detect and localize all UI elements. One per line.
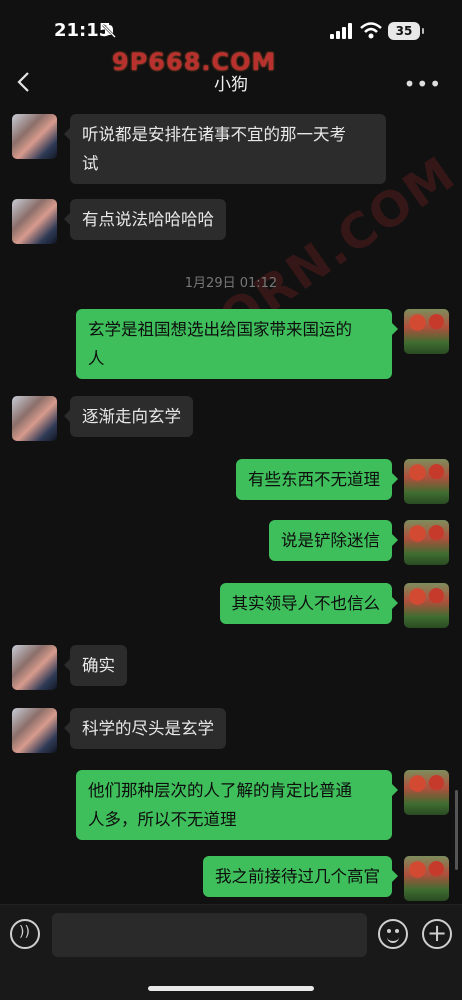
message-bubble-incoming[interactable]: 听说都是安排在诸事不宜的那一天考 试 [64,114,386,184]
contact-avatar[interactable] [12,199,57,244]
watermark-logo: 9P668.COM [112,48,277,76]
message-bubble-outgoing[interactable]: 其实领导人不也信么 [219,583,398,624]
message-bubble-outgoing[interactable]: 玄学是祖国想选出给国家带来国运的 人 [76,309,398,379]
more-options-icon[interactable]: ••• [404,72,442,96]
message-text-line: 其实领导人不也信么 [231,594,381,613]
message-text-line: 人多，所以不无道理 [88,810,237,829]
battery-indicator: 35 [388,22,424,40]
emoji-icon[interactable] [378,919,408,949]
cellular-signal-icon [330,23,352,39]
contact-avatar[interactable] [12,708,57,753]
contact-avatar[interactable] [12,645,57,690]
mute-bell-icon [102,24,116,38]
message-bubble-outgoing[interactable]: 他们那种层次的人了解的肯定比普通 人多，所以不无道理 [76,770,398,840]
scrollbar[interactable] [455,790,458,870]
message-text-line: 有点说法哈哈哈哈 [82,210,214,229]
my-avatar[interactable] [404,309,449,354]
contact-avatar[interactable] [12,114,57,159]
my-avatar[interactable] [404,856,449,901]
message-timestamp: 1月29日 01:12 [184,276,278,291]
message-text-line: 说是铲除迷信 [281,531,380,550]
message-text-line: 我之前接待过几个高官 [215,867,380,886]
message-text-line: 玄学是祖国想选出给国家带来国运的 [88,320,352,339]
my-avatar[interactable] [404,459,449,504]
message-text-line: 听说都是安排在诸事不宜的那一天考 [82,125,346,144]
message-bubble-outgoing[interactable]: 有些东西不无道理 [236,459,398,500]
message-bubble-incoming[interactable]: 有点说法哈哈哈哈 [64,199,226,240]
my-avatar[interactable] [404,583,449,628]
my-avatar[interactable] [404,770,449,815]
message-input[interactable] [52,913,367,957]
message-bubble-incoming[interactable]: 确实 [64,645,127,686]
voice-input-icon[interactable]: )) [10,919,40,949]
message-text-line: 他们那种层次的人了解的肯定比普通 [88,781,352,800]
message-bubble-outgoing[interactable]: 我之前接待过几个高官 [203,856,398,897]
add-attachment-icon[interactable]: + [422,919,452,949]
message-bubble-outgoing[interactable]: 说是铲除迷信 [269,520,398,561]
contact-avatar[interactable] [12,396,57,441]
message-text-line: 确实 [82,656,115,675]
my-avatar[interactable] [404,520,449,565]
message-text-line: 有些东西不无道理 [248,470,380,489]
message-text-line: 试 [82,154,99,173]
message-text-line: 人 [88,349,105,368]
message-text-line: 逐渐走向玄学 [82,407,181,426]
message-bubble-incoming[interactable]: 逐渐走向玄学 [64,396,193,437]
home-indicator[interactable] [148,986,314,991]
message-bubble-incoming[interactable]: 科学的尽头是玄学 [64,708,226,749]
message-text-line: 科学的尽头是玄学 [82,719,214,738]
message-list[interactable]: 9PORN.COM 听说都是安排在诸事不宜的那一天考 试 有点说法哈哈哈哈 1月… [0,104,462,904]
wifi-icon [360,22,382,39]
